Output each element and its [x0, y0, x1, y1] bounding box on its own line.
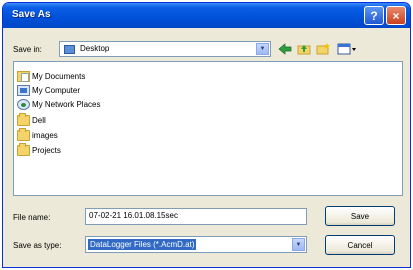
back-icon[interactable]: [277, 42, 293, 56]
folder-icon: [17, 127, 30, 141]
dialog-title: Save As: [12, 9, 51, 20]
item-label: My Documents: [32, 71, 86, 81]
save-in-value: Desktop: [80, 44, 110, 53]
save-as-type-value: DataLogger Files (*.AcmD.at): [88, 239, 197, 250]
save-as-type-select[interactable]: DataLogger Files (*.AcmD.at) ▼: [85, 236, 307, 253]
list-item[interactable]: images: [17, 127, 58, 141]
title-bar[interactable]: Save As ? ×: [3, 3, 410, 28]
file-list[interactable]: My Documents My Computer My Network Plac…: [13, 61, 403, 196]
save-as-type-label: Save as type:: [13, 241, 62, 250]
list-item[interactable]: My Documents: [17, 70, 85, 82]
views-icon[interactable]: [336, 42, 358, 56]
list-item[interactable]: My Network Places: [17, 98, 100, 110]
up-folder-icon[interactable]: [296, 42, 312, 56]
item-label: Projects: [32, 145, 61, 155]
item-label: Dell: [32, 115, 46, 125]
item-label: images: [32, 130, 58, 140]
save-as-dialog: Save As ? × Save in: Desktop ▼ My Docume…: [2, 2, 411, 268]
close-button[interactable]: ×: [386, 6, 406, 25]
chevron-down-icon[interactable]: ▼: [256, 43, 269, 55]
chevron-down-icon[interactable]: ▼: [292, 238, 305, 251]
save-in-label: Save in:: [13, 45, 42, 54]
help-button[interactable]: ?: [364, 6, 384, 25]
list-item[interactable]: Projects: [17, 142, 61, 156]
save-button[interactable]: Save: [325, 206, 395, 226]
folder-icon: [17, 142, 30, 156]
file-name-input[interactable]: 07-02-21 16.01.08.15sec: [85, 208, 307, 225]
folder-icon: [17, 112, 30, 126]
list-item[interactable]: Dell: [17, 112, 46, 126]
network-places-icon: [17, 98, 30, 110]
cancel-button[interactable]: Cancel: [325, 235, 395, 255]
item-label: My Network Places: [32, 99, 101, 109]
list-item[interactable]: My Computer: [17, 84, 80, 96]
my-documents-icon: [17, 70, 30, 82]
my-computer-icon: [17, 84, 30, 96]
file-name-label: File name:: [13, 213, 51, 222]
desktop-icon: [64, 45, 75, 54]
save-in-combo[interactable]: Desktop ▼: [59, 41, 271, 57]
item-label: My Computer: [32, 85, 81, 95]
new-folder-icon[interactable]: [315, 42, 331, 56]
